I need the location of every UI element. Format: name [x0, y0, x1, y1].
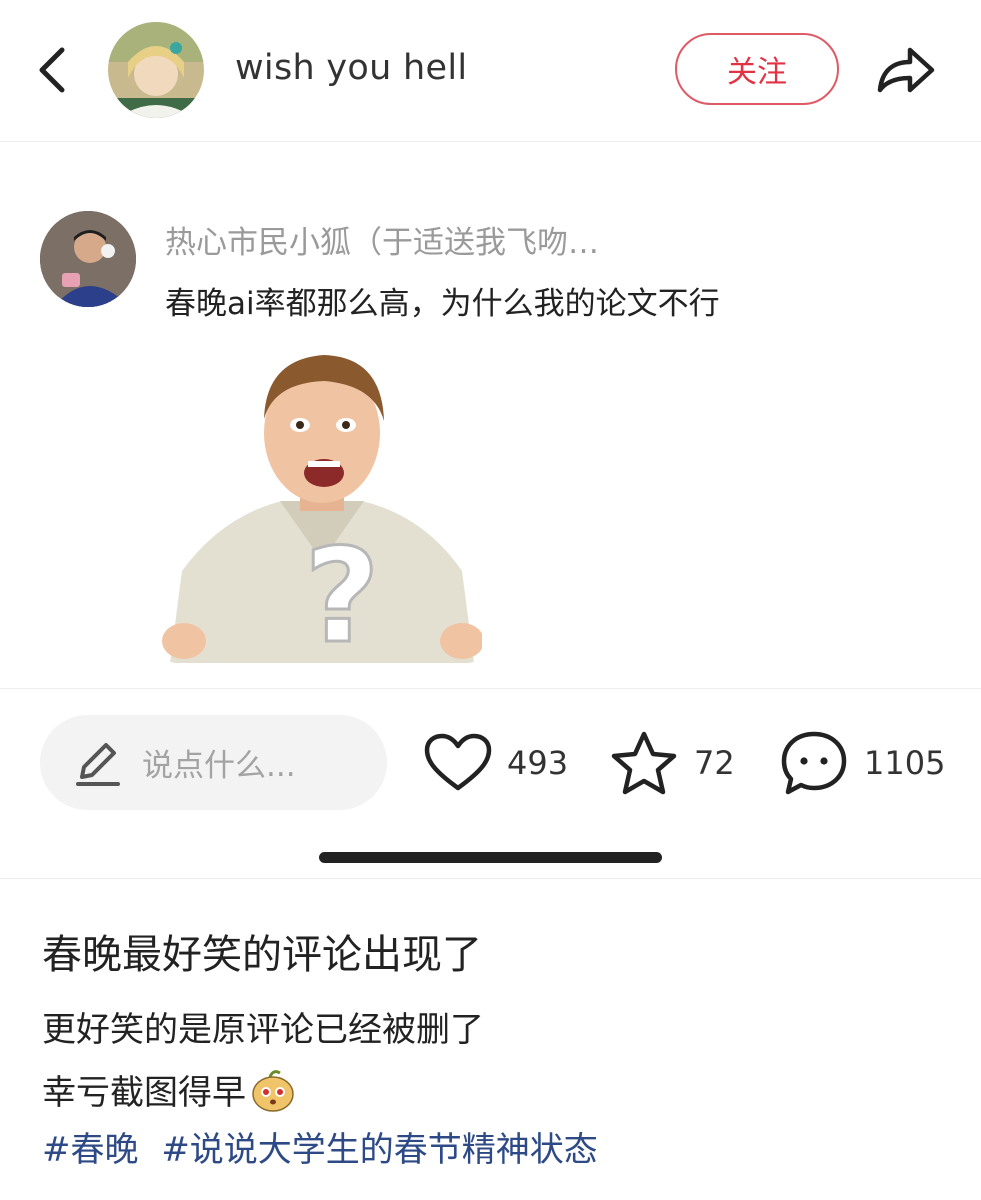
author-name[interactable]: wish you hell [235, 48, 467, 88]
favorite-button[interactable]: 72 [608, 728, 735, 798]
post-title: 春晚最好笑的评论出现了 [42, 932, 482, 978]
like-button[interactable]: 493 [423, 728, 568, 798]
home-indicator[interactable] [319, 852, 662, 863]
pencil-icon [76, 742, 120, 786]
comment-text: 春晚ai率都那么高，为什么我的论文不行 [165, 286, 720, 322]
comments-button[interactable]: 1105 [778, 728, 945, 798]
divider [0, 878, 981, 879]
share-arrow-icon [877, 47, 935, 93]
quoted-comment-card: 热心市民小狐（于适送我飞吻… 春晚ai率都那么高，为什么我的论文不行 ? [0, 143, 981, 688]
comment-input-placeholder: 说点什么... [142, 748, 296, 784]
sticker-emoji-icon [250, 1067, 296, 1113]
post-text-line-2: 幸亏截图得早 [42, 1073, 246, 1113]
commenter-avatar [40, 211, 136, 307]
follow-button[interactable]: 关注 [675, 33, 839, 105]
meme-image: ? [162, 341, 482, 663]
hashtag-link[interactable]: #春晚 [42, 1130, 139, 1170]
heart-icon [424, 733, 492, 791]
share-button[interactable] [872, 40, 938, 100]
author-avatar[interactable] [108, 22, 204, 118]
star-icon [611, 731, 677, 795]
post-text-line: 更好笑的是原评论已经被删了 [42, 1002, 484, 1051]
top-bar: wish you hell 关注 [0, 0, 981, 142]
like-count: 493 [507, 744, 569, 782]
comment-count: 1105 [864, 744, 946, 782]
comment-bubble-icon [781, 731, 847, 795]
action-bar: 说点什么... 493 72 1105 [0, 690, 981, 880]
hashtag-row: #春晚 #说说大学生的春节精神状态 [42, 1122, 610, 1171]
divider [0, 688, 981, 689]
back-button[interactable] [30, 40, 78, 100]
chevron-left-icon [39, 47, 65, 93]
favorite-count: 72 [694, 744, 735, 782]
commenter-name: 热心市民小狐（于适送我飞吻… [165, 225, 599, 261]
hashtag-link[interactable]: #说说大学生的春节精神状态 [161, 1130, 598, 1170]
svg-text:?: ? [304, 520, 379, 663]
post-text-line-1: 更好笑的是原评论已经被删了 [42, 1010, 484, 1050]
post-text-line: 幸亏截图得早 [42, 1065, 296, 1114]
comment-input[interactable]: 说点什么... [40, 715, 387, 810]
